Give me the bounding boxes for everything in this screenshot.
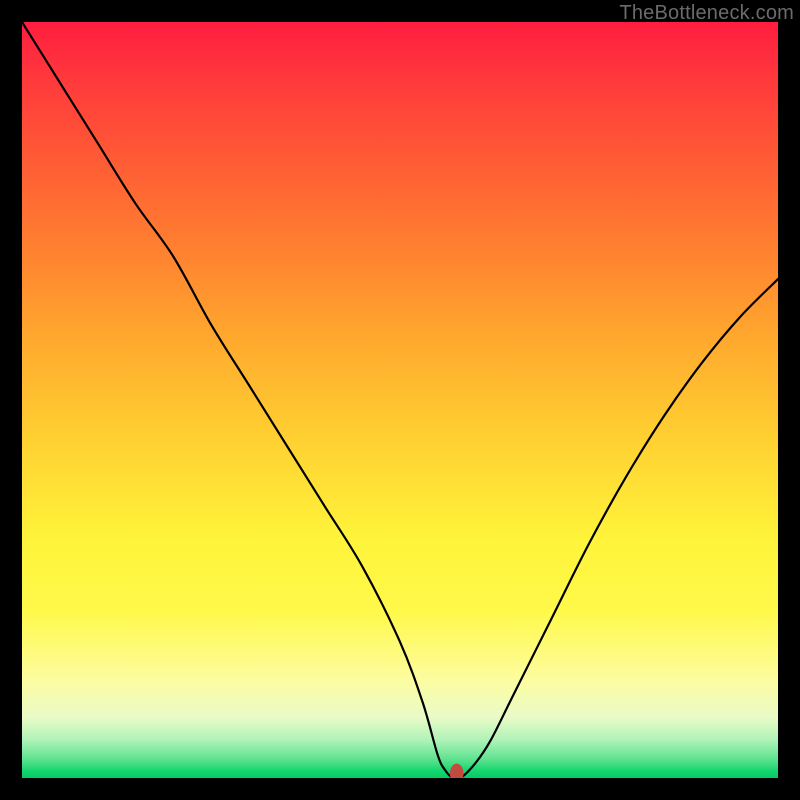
bottleneck-curve [22, 22, 778, 778]
chart-frame [22, 22, 778, 778]
chart-svg [22, 22, 778, 778]
optimal-point-marker [450, 764, 464, 778]
